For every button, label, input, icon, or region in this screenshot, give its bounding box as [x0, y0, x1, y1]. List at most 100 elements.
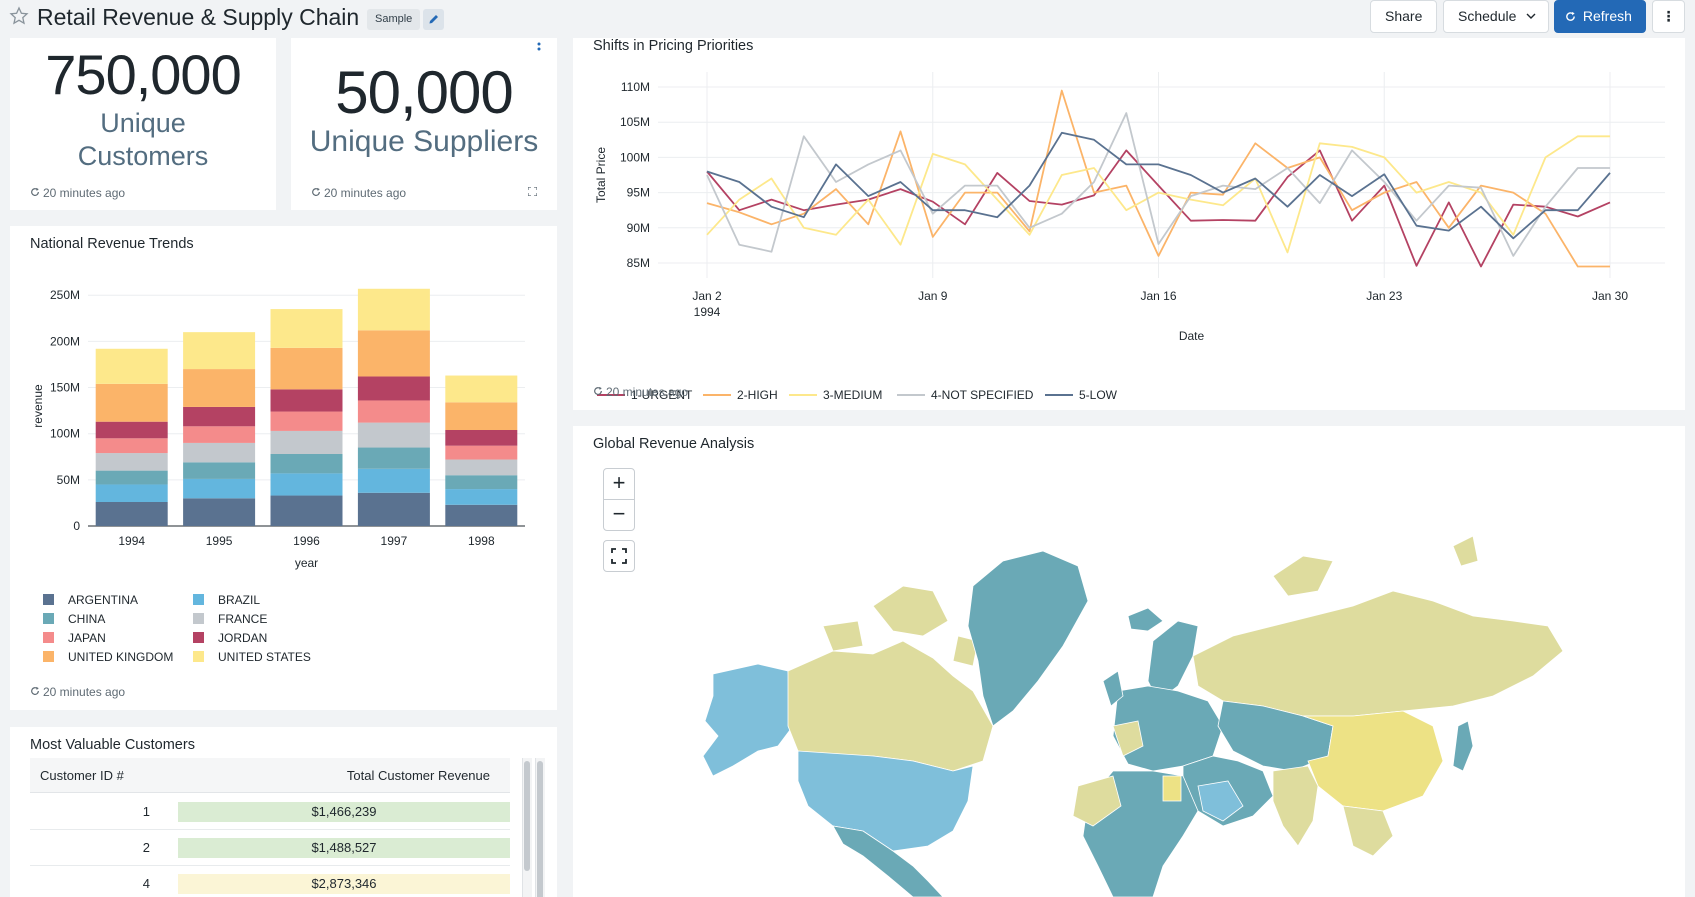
y-tick-label: 85M [627, 256, 650, 270]
x-axis-label: year [295, 556, 318, 570]
legend-swatch [43, 613, 54, 624]
bar-segment [357, 492, 430, 526]
refresh-button[interactable]: Refresh [1554, 0, 1646, 33]
legend-item[interactable]: 3-MEDIUM [789, 388, 882, 402]
legend-label: JAPAN [68, 631, 106, 645]
bar-segment [183, 498, 256, 526]
legend-label: JORDAN [218, 631, 268, 645]
legend-item[interactable]: 4-NOT SPECIFIED [897, 388, 1033, 402]
bar-segment [183, 442, 256, 463]
legend-swatch [193, 613, 204, 624]
legend-item[interactable]: 5-LOW [1045, 388, 1117, 402]
map-region-iceland [1127, 607, 1164, 632]
share-button[interactable]: Share [1370, 0, 1437, 33]
sample-tag: Sample [367, 9, 421, 30]
map-region-greenland [967, 550, 1089, 727]
last-updated: 20 minutes ago [30, 186, 125, 200]
map-region-egypt [1162, 775, 1182, 802]
legend-label: 5-LOW [1079, 388, 1118, 402]
legend-item[interactable]: UNITED STATES [193, 650, 311, 664]
bar-segment [445, 375, 518, 403]
map-region-russia [1192, 590, 1564, 717]
scrollbar-thumb[interactable] [524, 761, 530, 871]
bar-segment [357, 288, 430, 331]
legend-label: UNITED KINGDOM [68, 650, 174, 664]
map-region-japan [1452, 720, 1474, 772]
legend-swatch [43, 632, 54, 643]
x-tick-label: 1994 [118, 534, 145, 548]
pricing-priorities-card: Shifts in Pricing Priorities 85M 90M 95M 10… [573, 38, 1685, 410]
table-row[interactable]: 1 $1,466,239 [30, 794, 510, 830]
bar-segment [95, 484, 168, 502]
refresh-icon [594, 386, 602, 395]
x-tick-label: Jan 16 [1140, 289, 1176, 303]
legend-label: 3-MEDIUM [823, 388, 883, 402]
valuable-customers-card: Most Valuable Customers Customer ID # To… [10, 727, 557, 897]
legend-label: UNITED STATES [218, 650, 311, 664]
edit-title-button[interactable] [423, 9, 444, 30]
more-options-button[interactable]: ⋮ [1652, 0, 1685, 33]
bar-segment [270, 495, 343, 526]
legend-swatch [193, 632, 204, 643]
legend-item[interactable]: JORDAN [193, 631, 267, 645]
x-tick-label: 1996 [293, 534, 320, 548]
card-title: Shifts in Pricing Priorities [593, 38, 754, 54]
bar-segment [95, 348, 168, 384]
customer-id-cell: 1 [142, 804, 150, 819]
outer-scrollbar-thumb[interactable] [537, 761, 543, 897]
legend-item[interactable]: FRANCE [193, 612, 267, 626]
revenue-cell: $1,488,527 [178, 838, 510, 858]
customer-id-cell: 4 [142, 876, 150, 891]
bar-segment [357, 447, 430, 469]
table-row[interactable]: 4 $2,873,346 [30, 866, 510, 897]
unique-customers-label-line2: Customers [77, 141, 209, 171]
global-revenue-card: Global Revenue Analysis + − [573, 426, 1685, 897]
kebab-menu-icon[interactable] [536, 41, 542, 55]
legend-item[interactable]: CHINA [43, 612, 105, 626]
revenue-bar-chart: 0 50M 100M 150M 200M 250M 1994 1995 1996 1997 1998… [31, 288, 525, 570]
world-map[interactable] [573, 426, 1685, 897]
column-header-customer-id[interactable]: Customer ID # [40, 768, 124, 783]
legend-item[interactable]: 2-HIGH [703, 388, 778, 402]
column-header-total-revenue[interactable]: Total Customer Revenue [347, 768, 490, 783]
pencil-icon [429, 15, 438, 24]
legend-item[interactable]: JAPAN [43, 631, 106, 645]
last-updated: 20 minutes ago [593, 385, 688, 399]
legend-swatch [193, 651, 204, 662]
x-tick-label: Jan 9 [918, 289, 948, 303]
bar-segment [270, 430, 343, 454]
legend-line-swatch [789, 394, 817, 396]
bar-segment [95, 453, 168, 471]
bar-segment [183, 369, 256, 407]
legend-item[interactable]: ARGENTINA [43, 593, 138, 607]
y-tick-label: 200M [50, 334, 80, 348]
y-axis-label: Total Price [594, 147, 608, 203]
bar-segment [95, 470, 168, 485]
y-tick-label: 100M [620, 150, 650, 164]
unique-suppliers-value: 50,000 [335, 59, 514, 126]
bar-segment [270, 411, 343, 431]
legend-line-swatch [897, 394, 925, 396]
legend-item[interactable]: BRAZIL [193, 593, 260, 607]
bar-segment [270, 454, 343, 474]
bar-segment [357, 468, 430, 493]
bar-segment [270, 473, 343, 496]
bar-segment [270, 347, 343, 390]
bar-segment [183, 406, 256, 427]
legend-label: FRANCE [218, 612, 268, 626]
bar-segment [183, 332, 256, 370]
schedule-button[interactable]: Schedule [1443, 0, 1549, 33]
revenue-cell: $1,466,239 [178, 802, 510, 822]
bar-segment [445, 402, 518, 430]
bar-segment [95, 421, 168, 439]
star-icon[interactable] [9, 6, 29, 26]
refresh-icon [31, 187, 39, 196]
table-row[interactable]: 2 $1,488,527 [30, 830, 510, 866]
legend-swatch [43, 594, 54, 605]
unique-suppliers-label: Unique Suppliers [309, 125, 539, 158]
legend-item[interactable]: UNITED KINGDOM [43, 650, 173, 664]
expand-icon[interactable] [528, 187, 537, 196]
map-region-russia-islands [1272, 535, 1479, 597]
bar-segment [357, 400, 430, 423]
legend-label: 2-HIGH [737, 388, 778, 402]
